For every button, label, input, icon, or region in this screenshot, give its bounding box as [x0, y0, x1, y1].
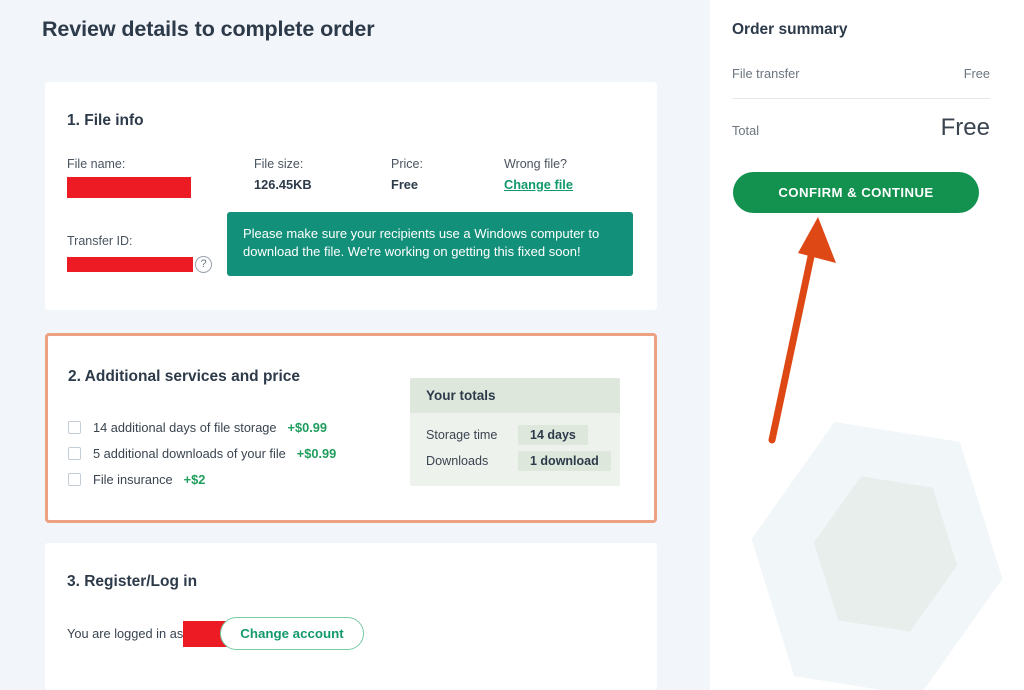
service-label-downloads: 5 additional downloads of your file	[93, 445, 286, 461]
order-summary-line-item-label: File transfer	[732, 66, 800, 81]
service-option-insurance[interactable]: File insurance +$2	[68, 466, 336, 492]
wrong-file-label: Wrong file?	[504, 157, 567, 171]
windows-compatibility-notice: Please make sure your recipients use a W…	[227, 212, 633, 276]
file-size-value: 126.45KB	[254, 177, 312, 192]
order-summary-title: Order summary	[732, 21, 848, 38]
price-field: Price: Free	[391, 157, 423, 192]
help-icon[interactable]: ?	[195, 256, 212, 273]
totals-row-storage-time: Storage time 14 days	[426, 422, 606, 448]
change-file-link[interactable]: Change file	[504, 177, 573, 192]
checkout-page: Review details to complete order 1. File…	[0, 0, 1024, 690]
your-totals-body: Storage time 14 days Downloads 1 downloa…	[410, 413, 620, 486]
price-value: Free	[391, 177, 419, 192]
checkbox-storage[interactable]	[68, 420, 81, 434]
file-size-label: File size:	[254, 157, 304, 171]
order-summary-divider	[732, 98, 990, 99]
register-login-card: 3. Register/Log in You are logged in as …	[45, 543, 657, 690]
order-summary-total-value: Free	[940, 114, 990, 141]
order-summary-line-item: File transfer Free	[732, 66, 990, 81]
order-summary-column: Order summary File transfer Free Total F…	[710, 0, 1024, 690]
change-account-button[interactable]: Change account	[220, 617, 364, 650]
price-label: Price:	[391, 157, 423, 171]
main-content-column: Review details to complete order 1. File…	[0, 0, 710, 690]
file-info-heading: 1. File info	[67, 112, 144, 129]
file-name-label: File name:	[67, 157, 126, 171]
service-option-downloads[interactable]: 5 additional downloads of your file +$0.…	[68, 440, 336, 466]
confirm-and-continue-button[interactable]: CONFIRM & CONTINUE	[733, 172, 979, 213]
page-title: Review details to complete order	[42, 17, 375, 41]
transfer-id-redaction-bar	[67, 257, 193, 272]
register-login-heading: 3. Register/Log in	[67, 573, 198, 590]
totals-value-downloads: 1 download	[518, 451, 611, 471]
totals-label-storage-time: Storage time	[426, 428, 498, 442]
service-label-storage: 14 additional days of file storage	[93, 419, 277, 435]
totals-label-downloads: Downloads	[426, 454, 489, 468]
totals-value-storage-time: 14 days	[518, 425, 588, 445]
additional-services-card: 2. Additional services and price 14 addi…	[45, 333, 657, 523]
logged-in-text: You are logged in as	[67, 626, 184, 641]
transfer-id-row: ?	[67, 256, 212, 273]
wrong-file-field: Wrong file? Change file	[504, 157, 573, 194]
transfer-id-field: Transfer ID: ?	[67, 234, 212, 273]
service-price-downloads: +$0.99	[296, 445, 337, 461]
services-list: 14 additional days of file storage +$0.9…	[68, 414, 336, 492]
service-price-insurance: +$2	[183, 471, 206, 487]
file-name-field: File name:	[67, 157, 191, 198]
order-summary-line-item-value: Free	[963, 66, 990, 81]
file-size-field: File size: 126.45KB	[254, 157, 312, 192]
order-summary-total-row: Total Free	[732, 114, 990, 142]
file-name-redaction-bar	[67, 177, 191, 198]
service-label-insurance: File insurance	[93, 471, 173, 487]
your-totals-panel: Your totals Storage time 14 days Downloa…	[410, 378, 620, 486]
checkbox-downloads[interactable]	[68, 446, 81, 460]
order-summary-total-label: Total	[732, 123, 760, 138]
service-price-storage: +$0.99	[287, 419, 328, 435]
additional-services-heading: 2. Additional services and price	[68, 368, 301, 385]
logged-in-row: You are logged in as Change account	[67, 617, 364, 650]
service-option-storage[interactable]: 14 additional days of file storage +$0.9…	[68, 414, 336, 440]
totals-row-downloads: Downloads 1 download	[426, 448, 611, 474]
file-info-card: 1. File info File name: File size: 126.4…	[45, 82, 657, 310]
transfer-id-label: Transfer ID:	[67, 234, 133, 248]
checkbox-insurance[interactable]	[68, 472, 81, 486]
your-totals-header: Your totals	[410, 378, 620, 413]
